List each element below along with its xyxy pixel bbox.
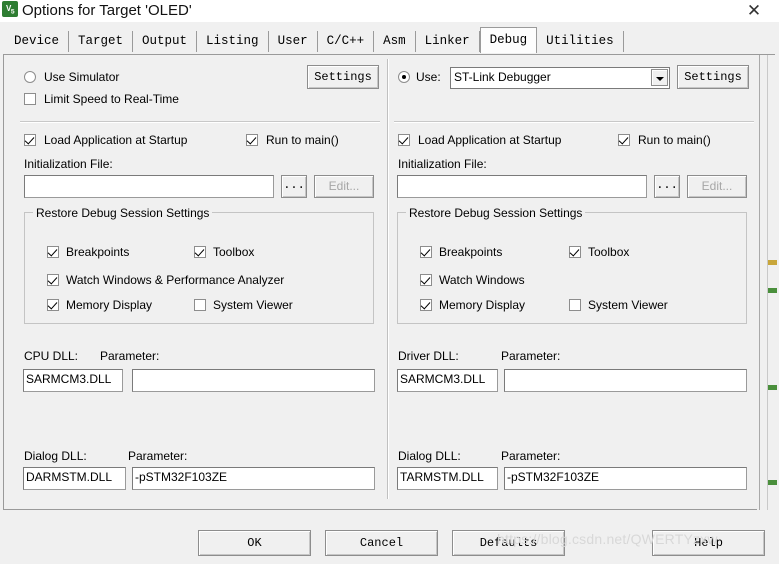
- right-init-file-label: Initialization File:: [398, 157, 487, 171]
- right-separator: [394, 121, 754, 123]
- right-dialog-parameter-input[interactable]: -pSTM32F103ZE: [504, 467, 747, 490]
- scrollbar-track[interactable]: [767, 55, 768, 510]
- left-separator: [20, 121, 380, 123]
- left-system-viewer-label: System Viewer: [213, 298, 293, 312]
- cpu-dll-input[interactable]: SARMCM3.DLL: [23, 369, 123, 392]
- cpu-dll-label: CPU DLL:: [24, 349, 79, 363]
- left-system-viewer-checkbox[interactable]: [194, 299, 206, 311]
- left-dialog-parameter-input[interactable]: -pSTM32F103ZE: [132, 467, 375, 490]
- use-simulator-label: Use Simulator: [44, 70, 120, 84]
- cancel-button[interactable]: Cancel: [325, 530, 438, 556]
- editor-marker: [768, 260, 777, 265]
- options-pane: Use Simulator Limit Speed to Real-Time S…: [3, 54, 775, 510]
- tab-linker[interactable]: Linker: [415, 31, 480, 52]
- right-load-app-checkbox[interactable]: [398, 134, 410, 146]
- tab-user[interactable]: User: [268, 31, 318, 52]
- left-load-app-label: Load Application at Startup: [44, 133, 188, 147]
- ok-button[interactable]: OK: [198, 530, 311, 556]
- left-breakpoints-checkbox[interactable]: [47, 246, 59, 258]
- defaults-button[interactable]: Defaults: [452, 530, 565, 556]
- left-dialog-dll-input[interactable]: DARMSTM.DLL: [23, 467, 126, 490]
- right-toolbox-checkbox[interactable]: [569, 246, 581, 258]
- left-memory-display-checkbox[interactable]: [47, 299, 59, 311]
- left-browse-button[interactable]: ...: [281, 175, 307, 198]
- editor-marker: [768, 288, 777, 293]
- limit-speed-checkbox[interactable]: [24, 93, 36, 105]
- dialog-footer: OK Cancel Defaults Help: [0, 512, 779, 564]
- tab-output[interactable]: Output: [133, 31, 198, 52]
- right-init-file-input[interactable]: [397, 175, 647, 198]
- right-edit-button[interactable]: Edit...: [687, 175, 747, 198]
- right-watch-windows-checkbox[interactable]: [420, 274, 432, 286]
- right-breakpoints-checkbox[interactable]: [420, 246, 432, 258]
- left-init-file-input[interactable]: [24, 175, 274, 198]
- right-load-app-label: Load Application at Startup: [418, 133, 562, 147]
- right-system-viewer-label: System Viewer: [588, 298, 668, 312]
- use-debugger-label: Use:: [416, 70, 441, 84]
- tab-target[interactable]: Target: [69, 31, 134, 52]
- right-watch-windows-label: Watch Windows: [439, 273, 525, 287]
- use-debugger-radio[interactable]: [398, 71, 410, 83]
- debugger-select[interactable]: ST-Link Debugger: [450, 67, 670, 89]
- title-bar: V5 Options for Target 'OLED' ✕: [0, 0, 779, 22]
- left-load-app-checkbox[interactable]: [24, 134, 36, 146]
- left-dialog-parameter-label: Parameter:: [128, 449, 188, 463]
- editor-marker: [768, 385, 777, 390]
- left-watch-windows-label: Watch Windows & Performance Analyzer: [66, 273, 285, 287]
- right-run-to-main-checkbox[interactable]: [618, 134, 630, 146]
- left-breakpoints-label: Breakpoints: [66, 245, 130, 259]
- right-dialog-dll-label: Dialog DLL:: [398, 449, 461, 463]
- window-title: Options for Target 'OLED': [22, 2, 192, 19]
- left-dialog-dll-label: Dialog DLL:: [24, 449, 87, 463]
- uvision-v5-icon: V5: [2, 1, 18, 17]
- tab-strip: Device Target Output Listing User C/C++ Asm Lin…: [0, 22, 779, 56]
- left-edit-button[interactable]: Edit...: [314, 175, 374, 198]
- simulator-settings-button[interactable]: Settings: [307, 65, 379, 89]
- left-init-file-label: Initialization File:: [24, 157, 113, 171]
- close-icon[interactable]: ✕: [739, 0, 769, 22]
- help-button[interactable]: Help: [652, 530, 765, 556]
- driver-parameter-label: Parameter:: [501, 349, 561, 363]
- right-breakpoints-label: Breakpoints: [439, 245, 503, 259]
- cpu-parameter-input[interactable]: [132, 369, 375, 392]
- tab-asm[interactable]: Asm: [374, 31, 416, 52]
- driver-parameter-input[interactable]: [504, 369, 747, 392]
- left-toolbox-checkbox[interactable]: [194, 246, 206, 258]
- tab-listing[interactable]: Listing: [197, 31, 269, 52]
- right-system-viewer-checkbox[interactable]: [569, 299, 581, 311]
- debugger-select-value: ST-Link Debugger: [454, 70, 551, 84]
- right-memory-display-checkbox[interactable]: [420, 299, 432, 311]
- right-browse-button[interactable]: ...: [654, 175, 680, 198]
- tab-list: Device Target Output Listing User C/C++ Asm Lin…: [5, 27, 624, 53]
- tab-device[interactable]: Device: [5, 31, 70, 52]
- left-toolbox-label: Toolbox: [213, 245, 255, 259]
- right-memory-display-label: Memory Display: [439, 298, 526, 312]
- cpu-parameter-label: Parameter:: [100, 349, 160, 363]
- left-restore-group-title: Restore Debug Session Settings: [33, 206, 213, 220]
- scrollbar-gutter[interactable]: [759, 55, 760, 510]
- driver-dll-input[interactable]: SARMCM3.DLL: [397, 369, 498, 392]
- limit-speed-label: Limit Speed to Real-Time: [44, 92, 179, 106]
- editor-marker: [768, 480, 777, 485]
- background-window-strip: [757, 55, 779, 510]
- right-restore-group-title: Restore Debug Session Settings: [406, 206, 586, 220]
- use-simulator-radio[interactable]: [24, 71, 36, 83]
- right-run-to-main-label: Run to main(): [638, 133, 711, 147]
- tab-c-c[interactable]: C/C++: [317, 31, 375, 52]
- left-run-to-main-label: Run to main(): [266, 133, 339, 147]
- driver-dll-label: Driver DLL:: [398, 349, 459, 363]
- tab-utilities[interactable]: Utilities: [537, 31, 624, 52]
- left-memory-display-label: Memory Display: [66, 298, 153, 312]
- right-toolbox-label: Toolbox: [588, 245, 630, 259]
- right-dialog-dll-input[interactable]: TARMSTM.DLL: [397, 467, 498, 490]
- chevron-down-icon[interactable]: [651, 69, 668, 86]
- left-run-to-main-checkbox[interactable]: [246, 134, 258, 146]
- left-watch-windows-checkbox[interactable]: [47, 274, 59, 286]
- panel-divider: [387, 59, 389, 499]
- right-dialog-parameter-label: Parameter:: [501, 449, 561, 463]
- tab-debug[interactable]: Debug: [479, 27, 538, 53]
- debugger-settings-button[interactable]: Settings: [677, 65, 749, 89]
